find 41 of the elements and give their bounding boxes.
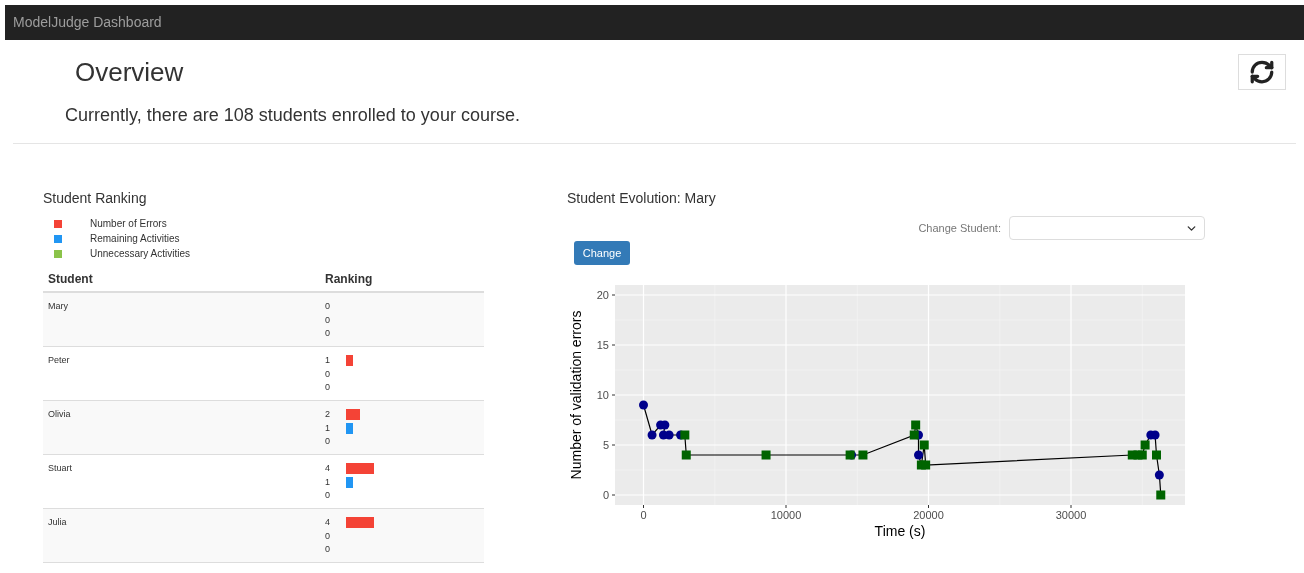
section-title: Student Evolution: Mary — [567, 189, 717, 208]
y-tick-label: 10 — [596, 389, 609, 402]
ranking-value: 0 — [325, 367, 331, 381]
y-tick-label: 15 — [596, 339, 609, 352]
ranking-value: 4 — [325, 516, 331, 529]
x-tick-label: 10000 — [770, 509, 802, 522]
student-name: Peter — [48, 354, 71, 367]
student-name: Julia — [48, 516, 68, 529]
y-tick-label: 5 — [602, 439, 609, 452]
ranking-value: 0 — [325, 529, 331, 543]
page-title: Overview — [75, 56, 184, 89]
column-header: Student — [48, 271, 94, 288]
section-title: Student Ranking — [43, 189, 148, 208]
y-axis-title: Number of validation errors — [568, 310, 584, 480]
enrollment-summary: Currently, there are 108 students enrolled to your course. — [65, 104, 521, 127]
x-axis-title: Time (s) — [874, 523, 926, 540]
ranking-value: 1 — [325, 475, 331, 489]
y-tick-label: 0 — [602, 489, 609, 502]
select-label: Change Student: — [918, 220, 1001, 236]
x-tick-label: 30000 — [1055, 509, 1087, 522]
ranking-value: 0 — [325, 300, 331, 313]
ranking-value: 0 — [325, 327, 331, 340]
x-tick-label: 0 — [640, 509, 647, 522]
ranking-value: 1 — [325, 354, 331, 367]
x-tick-label: 20000 — [913, 509, 944, 522]
ranking-value: 0 — [325, 381, 331, 394]
student-name: Olivia — [48, 408, 72, 421]
legend-label: Number of Errors — [90, 217, 167, 231]
legend-label: Unnecessary Activities — [90, 247, 191, 261]
ranking-value: 0 — [325, 489, 331, 502]
ranking-value: 0 — [325, 313, 331, 327]
ranking-value: 4 — [325, 462, 331, 475]
y-tick-label: 20 — [596, 289, 609, 302]
ranking-value: 0 — [325, 543, 331, 556]
ranking-value: 2 — [325, 408, 331, 421]
student-name: Mary — [48, 300, 69, 313]
legend-label: Remaining Activities — [90, 232, 180, 246]
student-name: Stuart — [48, 462, 73, 475]
ranking-value: 1 — [325, 421, 331, 435]
column-header: Ranking — [325, 271, 373, 288]
ranking-value: 0 — [325, 435, 331, 448]
